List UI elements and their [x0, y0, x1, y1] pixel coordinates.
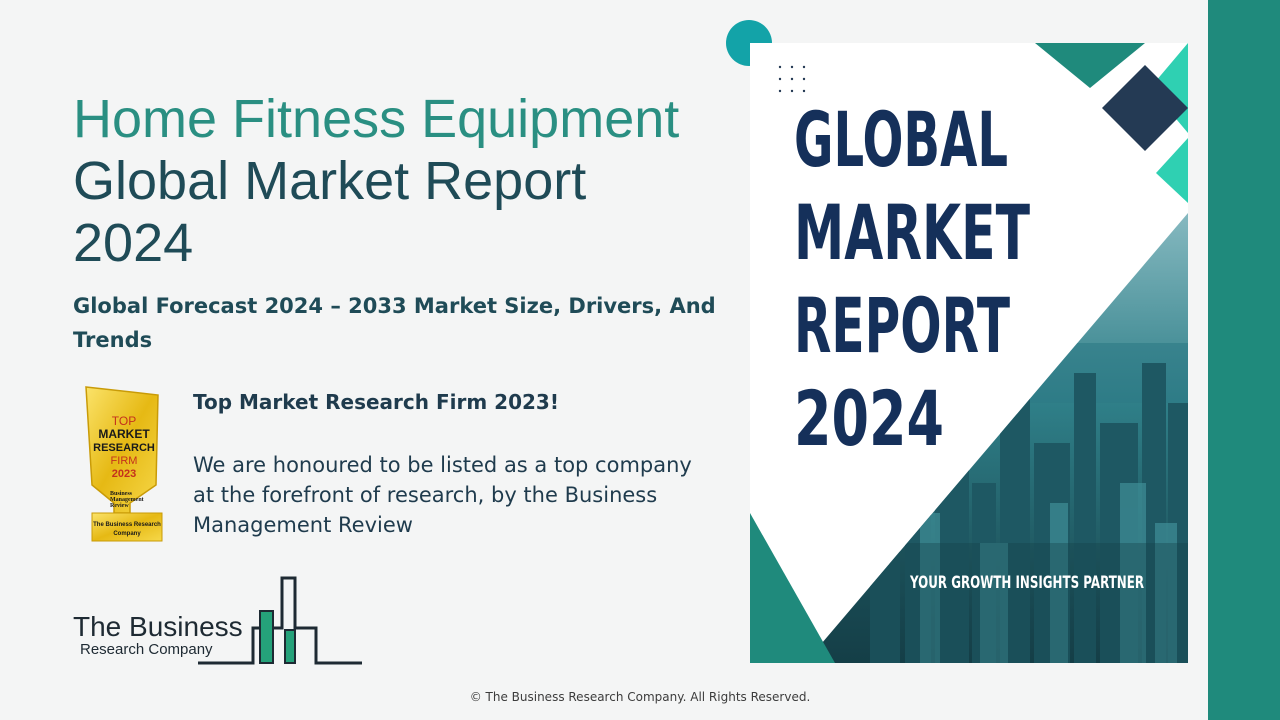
right-accent-strip — [1208, 0, 1280, 720]
report-cover: GLOBAL MARKET REPORT 2024 YOUR GROWTH IN… — [750, 43, 1188, 663]
copyright-footer: © The Business Research Company. All Rig… — [469, 690, 811, 704]
title-rest: Global Market Report 2024 — [73, 151, 587, 273]
page-title: Home Fitness Equipment Global Market Rep… — [73, 88, 693, 274]
title-accent: Home Fitness Equipment — [73, 89, 680, 149]
award-heading: Top Market Research Firm 2023! — [193, 390, 559, 414]
cover-tagline: YOUR GROWTH INSIGHTS PARTNER — [909, 573, 1144, 593]
badge-line-top: TOP — [112, 414, 136, 428]
award-description: We are honoured to be listed as a top co… — [193, 453, 692, 537]
logo-text-primary: The Business — [73, 611, 243, 642]
cover-line-3: REPORT — [794, 281, 1010, 370]
company-logo: The Business Research Company — [70, 575, 370, 670]
cover-line-4: 2024 — [794, 374, 944, 463]
badge-publisher-3: Review — [110, 503, 129, 509]
cover-line-2: MARKET — [794, 188, 1030, 277]
page-subtitle: Global Forecast 2024 – 2033 Market Size,… — [73, 294, 716, 352]
logo-text-secondary: Research Company — [80, 641, 213, 658]
award-trophy-icon: TOP MARKET RESEARCH FIRM 2023 Business M… — [85, 386, 163, 542]
badge-line-year: 2023 — [112, 468, 136, 480]
badge-footer-2: Company — [113, 531, 141, 537]
cover-line-1: GLOBAL — [794, 95, 1008, 184]
badge-line-research: RESEARCH — [93, 442, 155, 454]
badge-line-firm: FIRM — [111, 455, 138, 467]
badge-footer-1: The Business Research — [93, 522, 161, 528]
badge-line-market: MARKET — [98, 427, 150, 441]
